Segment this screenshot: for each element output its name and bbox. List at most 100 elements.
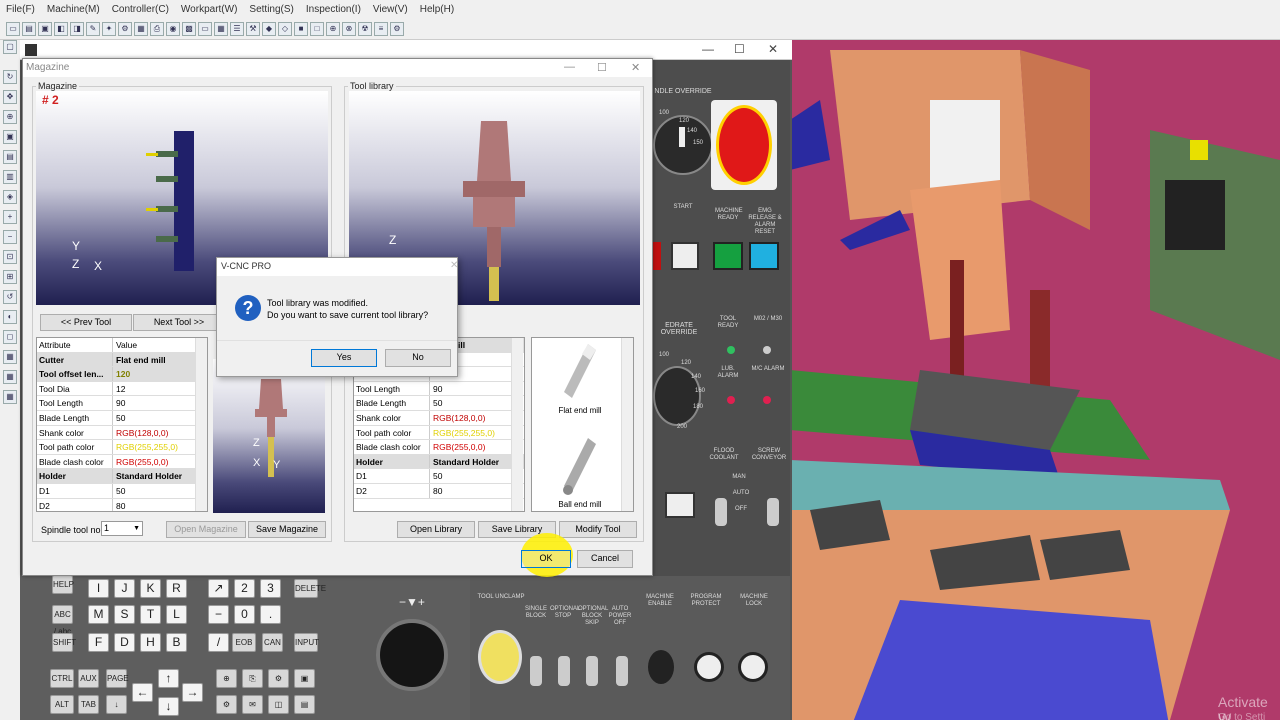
value-cell[interactable]: 120 bbox=[113, 367, 207, 381]
emergency-stop-button[interactable] bbox=[716, 105, 772, 185]
wizard-icon[interactable]: ✦ bbox=[102, 22, 116, 36]
value-cell[interactable]: RGB(128,0,0) bbox=[430, 411, 524, 425]
single-block-switch[interactable] bbox=[530, 656, 542, 686]
key-0[interactable]: 0 bbox=[234, 605, 255, 624]
table-row[interactable]: Blade Length 50 bbox=[354, 396, 524, 411]
save-file-icon[interactable]: ▣ bbox=[38, 22, 52, 36]
table-row[interactable]: Tool Dia12 bbox=[37, 381, 207, 397]
value-cell[interactable]: 50 bbox=[430, 469, 524, 483]
measure-icon[interactable]: ⊕ bbox=[326, 22, 340, 36]
open-magazine-button[interactable]: Open Magazine bbox=[166, 521, 246, 538]
import-icon[interactable]: ◧ bbox=[54, 22, 68, 36]
page-up-key[interactable]: PAGE bbox=[106, 669, 129, 688]
view-top-icon[interactable]: ▤ bbox=[3, 150, 17, 164]
arrow-right-key[interactable]: → bbox=[182, 683, 203, 702]
table-row[interactable]: Shank color RGB(128,0,0) bbox=[354, 410, 524, 426]
table-row[interactable]: Tool Length 90 bbox=[37, 396, 207, 411]
shade-icon[interactable]: ◐ bbox=[3, 310, 17, 324]
offset-key[interactable]: ⚙ bbox=[268, 669, 289, 688]
menu-machine[interactable]: Machine(M) bbox=[41, 4, 106, 15]
cube-cut-icon[interactable]: □ bbox=[310, 22, 324, 36]
tool-type-flat-end-mill[interactable]: Flat end mill bbox=[534, 340, 626, 432]
workpart-icon[interactable]: ◆ bbox=[262, 22, 276, 36]
value-cell[interactable]: Standard Holder bbox=[430, 455, 524, 469]
key-dot[interactable]: . bbox=[260, 605, 281, 624]
menu-view[interactable]: View(V) bbox=[367, 4, 414, 15]
open-file-icon[interactable]: ▤ bbox=[22, 22, 36, 36]
key-t[interactable]: T bbox=[140, 605, 161, 624]
eob-key[interactable]: EOB bbox=[232, 633, 256, 652]
save-magazine-button[interactable]: Save Magazine bbox=[248, 521, 326, 538]
layout-icon[interactable]: ▦ bbox=[3, 350, 17, 364]
table-row[interactable]: Blade clash color RGB(255,0,0) bbox=[354, 440, 524, 455]
tool-preview-view[interactable]: Z X Y bbox=[213, 359, 325, 513]
menu-workpart[interactable]: Workpart(W) bbox=[175, 4, 243, 15]
value-cell[interactable]: 90 bbox=[430, 382, 524, 396]
cycle-start-button[interactable] bbox=[671, 242, 699, 270]
tool-unclamp-button[interactable] bbox=[478, 630, 522, 684]
ctrl-key[interactable]: CTRL bbox=[50, 669, 74, 688]
optional-block-skip-switch[interactable] bbox=[586, 656, 598, 686]
close-button[interactable]: ✕ bbox=[768, 42, 778, 56]
key-l[interactable]: L bbox=[166, 605, 187, 624]
custom2-key[interactable]: ▤ bbox=[294, 695, 315, 714]
measure2-icon[interactable]: ⊗ bbox=[342, 22, 356, 36]
key-k[interactable]: K bbox=[140, 579, 161, 598]
program-protect-key[interactable] bbox=[694, 652, 724, 682]
zoom-out-icon[interactable]: − bbox=[3, 230, 17, 244]
prev-tool-button[interactable]: << Prev Tool bbox=[40, 314, 132, 331]
system-key[interactable]: ⚙ bbox=[216, 695, 237, 714]
magazine-table-scrollbar[interactable] bbox=[195, 338, 207, 511]
value-cell[interactable]: 12 bbox=[113, 382, 207, 396]
machine-3d-view[interactable]: Activate W Go to Setti bbox=[790, 40, 1280, 720]
camera-icon[interactable]: ◉ bbox=[166, 22, 180, 36]
magazine-minimize-button[interactable]: — bbox=[564, 61, 575, 73]
alt-key[interactable]: ALT bbox=[50, 695, 74, 714]
value-cell[interactable]: RGB(255,0,0) bbox=[113, 455, 207, 469]
table-row[interactable]: D1 50 bbox=[354, 469, 524, 484]
prog-key[interactable]: ⎘ bbox=[242, 669, 263, 688]
menu-setting[interactable]: Setting(S) bbox=[243, 4, 299, 15]
handwheel[interactable] bbox=[376, 619, 448, 691]
key-i[interactable]: I bbox=[88, 579, 109, 598]
fit-icon[interactable]: ⊡ bbox=[3, 250, 17, 264]
can-key[interactable]: CAN bbox=[262, 633, 283, 652]
emg-release-button[interactable] bbox=[749, 242, 779, 270]
value-cell[interactable]: 80 bbox=[113, 499, 207, 511]
table-row[interactable]: Tool path color RGB(255,255,0) bbox=[37, 440, 207, 455]
tool-icon[interactable]: ⚒ bbox=[246, 22, 260, 36]
table-row[interactable]: Holder Standard Holder bbox=[37, 469, 207, 484]
value-cell[interactable]: 50 bbox=[430, 396, 524, 410]
key-r[interactable]: R bbox=[166, 579, 187, 598]
spindle-tool-select[interactable]: 1 ▼ bbox=[101, 521, 143, 536]
key-s[interactable]: S bbox=[114, 605, 135, 624]
print-icon[interactable]: ⎙ bbox=[150, 22, 164, 36]
no-button[interactable]: No bbox=[385, 349, 451, 367]
machine-ready-button[interactable] bbox=[713, 242, 743, 270]
zoom-icon[interactable]: ⊕ bbox=[3, 110, 17, 124]
arrow-down-key[interactable]: ↓ bbox=[158, 697, 179, 716]
list-icon[interactable]: ☰ bbox=[230, 22, 244, 36]
jog-button[interactable] bbox=[665, 492, 695, 518]
aux-key[interactable]: AUX bbox=[78, 669, 99, 688]
shift-key[interactable]: SHIFT bbox=[52, 633, 76, 652]
scale-icon[interactable]: ≡ bbox=[374, 22, 388, 36]
key-m[interactable]: M bbox=[88, 605, 109, 624]
tool-type-ball-end-mill[interactable]: Ball end mill bbox=[534, 434, 626, 526]
value-cell[interactable]: 50 bbox=[113, 484, 207, 498]
ok-button[interactable]: OK bbox=[521, 550, 571, 568]
radiation-icon[interactable]: ☢ bbox=[358, 22, 372, 36]
message-key[interactable]: ✉ bbox=[242, 695, 263, 714]
tool-type-scrollbar[interactable] bbox=[621, 338, 633, 511]
value-cell[interactable]: RGB(255,0,0) bbox=[430, 440, 524, 454]
machine-enable-button[interactable] bbox=[648, 650, 674, 684]
monitor-icon[interactable]: ▭ bbox=[198, 22, 212, 36]
zoom-in-icon[interactable]: + bbox=[3, 210, 17, 224]
tab-key[interactable]: TAB bbox=[78, 695, 99, 714]
magazine-close-button[interactable]: ✕ bbox=[631, 61, 640, 74]
cancel-button[interactable]: Cancel bbox=[577, 550, 633, 568]
layout3-icon[interactable]: ▦ bbox=[3, 390, 17, 404]
menu-inspection[interactable]: Inspection(I) bbox=[300, 4, 367, 15]
modify-tool-button[interactable]: Modify Tool bbox=[559, 521, 637, 538]
cube-icon[interactable]: ■ bbox=[294, 22, 308, 36]
